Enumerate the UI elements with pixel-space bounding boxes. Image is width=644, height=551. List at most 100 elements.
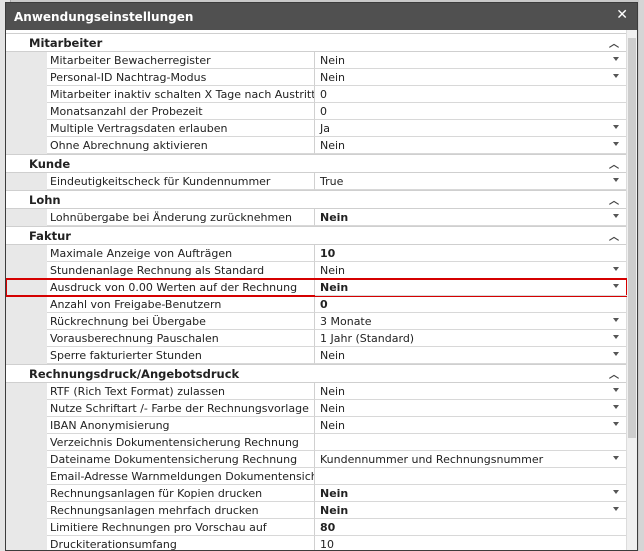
category-rechnungsdruck[interactable]: Rechnungsdruck/Angebotsdruck ︿ — [6, 364, 627, 383]
setting-value-dropdown[interactable]: Nein — [315, 485, 627, 502]
setting-value-dropdown[interactable]: Nein — [315, 502, 627, 519]
close-icon[interactable]: ✕ — [616, 7, 628, 23]
setting-value-dropdown[interactable]: True — [315, 173, 627, 190]
chevron-down-icon[interactable] — [613, 388, 619, 392]
setting-value-dropdown[interactable]: Nein — [315, 400, 627, 417]
setting-value-dropdown[interactable]: Kundennummer und Rechnungsnummer — [315, 451, 627, 468]
setting-value-input[interactable]: 0 — [315, 296, 627, 313]
setting-row[interactable]: Druckiterationsumfang 10 — [6, 536, 627, 550]
setting-value: True — [320, 174, 344, 188]
setting-value-dropdown[interactable]: Nein — [315, 262, 627, 279]
category-title: Kunde — [29, 156, 71, 171]
chevron-down-icon[interactable] — [613, 507, 619, 511]
category-title: Rechnungsdruck/Angebotsdruck — [29, 366, 240, 381]
setting-row[interactable]: Limitiere Rechnungen pro Vorschau auf 80 — [6, 519, 627, 536]
setting-value: Nein — [320, 384, 346, 398]
title-bar: Anwendungseinstellungen ✕ — [6, 3, 637, 30]
chevron-down-icon[interactable] — [613, 214, 619, 218]
category-title: Faktur — [29, 228, 71, 243]
setting-value: 0 — [320, 104, 327, 118]
setting-label: Multiple Vertragsdaten erlauben — [47, 120, 315, 137]
setting-row-highlighted[interactable]: Ausdruck von 0.00 Werten auf der Rechnun… — [6, 278, 627, 297]
setting-row[interactable]: Personal-ID Nachtrag-Modus Nein — [6, 69, 627, 86]
setting-row[interactable]: Mitarbeiter inaktiv schalten X Tage nach… — [6, 86, 627, 103]
setting-row[interactable]: IBAN Anonymisierung Nein — [6, 417, 627, 434]
chevron-down-icon[interactable] — [613, 318, 619, 322]
setting-row[interactable]: Verzeichnis Dokumentensicherung Rechnung — [6, 434, 627, 451]
chevron-down-icon[interactable] — [613, 405, 619, 409]
chevron-down-icon[interactable] — [613, 125, 619, 129]
setting-value-input[interactable] — [315, 434, 627, 451]
chevron-down-icon[interactable] — [613, 74, 619, 78]
setting-value-dropdown[interactable]: 3 Monate — [315, 313, 627, 330]
setting-label: Maximale Anzeige von Aufträgen — [47, 245, 315, 262]
setting-row[interactable]: Stundenanlage Rechnung als Standard Nein — [6, 262, 627, 279]
setting-value: 0 — [320, 87, 327, 101]
chevron-up-icon[interactable]: ︿ — [609, 366, 619, 381]
vertical-scrollbar[interactable] — [626, 30, 637, 550]
chevron-down-icon[interactable] — [613, 352, 619, 356]
chevron-down-icon[interactable] — [613, 267, 619, 271]
setting-value-input[interactable]: 0 — [315, 86, 627, 103]
setting-row[interactable]: Maximale Anzeige von Aufträgen 10 — [6, 245, 627, 262]
setting-value-dropdown[interactable]: Ja — [315, 120, 627, 137]
setting-row[interactable]: Email-Adresse Warnmeldungen Dokumentensi… — [6, 468, 627, 485]
chevron-down-icon[interactable] — [613, 422, 619, 426]
chevron-up-icon[interactable]: ︿ — [609, 192, 619, 207]
setting-row[interactable]: Multiple Vertragsdaten erlauben Ja — [6, 120, 627, 137]
category-lohn[interactable]: Lohn ︿ — [6, 190, 627, 209]
setting-value-input[interactable] — [315, 468, 627, 485]
setting-row[interactable]: Monatsanzahl der Probezeit 0 — [6, 103, 627, 120]
setting-value-dropdown[interactable]: Nein — [315, 417, 627, 434]
chevron-down-icon[interactable] — [613, 178, 619, 182]
chevron-down-icon[interactable] — [613, 57, 619, 61]
setting-label: Email-Adresse Warnmeldungen Dokumentensi… — [47, 468, 315, 485]
chevron-down-icon[interactable] — [613, 456, 619, 460]
setting-label: Personal-ID Nachtrag-Modus — [47, 69, 315, 86]
category-title: Lohn — [29, 192, 61, 207]
setting-label: Ohne Abrechnung aktivieren — [47, 137, 315, 154]
setting-value-dropdown[interactable]: Nein — [315, 137, 627, 154]
setting-value-input[interactable]: 10 — [315, 245, 627, 262]
chevron-up-icon[interactable]: ︿ — [609, 228, 619, 243]
setting-row[interactable]: Sperre fakturierter Stunden Nein — [6, 347, 627, 364]
background-window-edge-right — [639, 0, 644, 551]
setting-value-dropdown[interactable]: 1 Jahr (Standard) — [315, 330, 627, 347]
category-mitarbeiter[interactable]: Mitarbeiter ︿ — [6, 33, 627, 52]
category-faktur[interactable]: Faktur ︿ — [6, 226, 627, 245]
setting-value-dropdown[interactable]: Nein — [315, 52, 627, 69]
setting-label: Mitarbeiter Bewacherregister — [47, 52, 315, 69]
setting-row[interactable]: Eindeutigkeitscheck für Kundennummer True — [6, 173, 627, 190]
setting-label: IBAN Anonymisierung — [47, 417, 315, 434]
setting-row[interactable]: Anzahl von Freigabe-Benutzern 0 — [6, 296, 627, 313]
category-kunde[interactable]: Kunde ︿ — [6, 154, 627, 173]
setting-row[interactable]: RTF (Rich Text Format) zulassen Nein — [6, 383, 627, 400]
setting-value-dropdown[interactable]: Nein — [315, 347, 627, 364]
setting-label: Monatsanzahl der Probezeit — [47, 103, 315, 120]
setting-row[interactable]: Rückrechnung bei Übergabe 3 Monate — [6, 313, 627, 330]
chevron-down-icon[interactable] — [613, 490, 619, 494]
setting-row[interactable]: Rechnungsanlagen für Kopien drucken Nein — [6, 485, 627, 502]
chevron-up-icon[interactable]: ︿ — [609, 35, 619, 50]
setting-value-input[interactable]: 10 — [315, 536, 627, 551]
chevron-down-icon[interactable] — [613, 142, 619, 146]
scrollbar-thumb[interactable] — [628, 38, 636, 438]
setting-value-dropdown[interactable]: Nein — [315, 279, 627, 296]
setting-value-input[interactable]: 80 — [315, 519, 627, 536]
setting-row[interactable]: Lohnübergabe bei Änderung zurücknehmen Ne… — [6, 209, 627, 226]
setting-row[interactable]: Mitarbeiter Bewacherregister Nein — [6, 52, 627, 69]
setting-row[interactable]: Ohne Abrechnung aktivieren Nein — [6, 137, 627, 154]
setting-label: Mitarbeiter inaktiv schalten X Tage nach… — [47, 86, 315, 103]
setting-value-dropdown[interactable]: Nein — [315, 383, 627, 400]
setting-row[interactable]: Dateiname Dokumentensicherung Rechnung Ku… — [6, 451, 627, 468]
setting-value-dropdown[interactable]: Nein — [315, 209, 627, 226]
chevron-up-icon[interactable]: ︿ — [609, 156, 619, 171]
setting-row[interactable]: Rechnungsanlagen mehrfach drucken Nein — [6, 502, 627, 519]
setting-label: Ausdruck von 0.00 Werten auf der Rechnun… — [47, 279, 315, 296]
chevron-down-icon[interactable] — [613, 335, 619, 339]
setting-row[interactable]: Nutze Schriftart /- Farbe der Rechnungsv… — [6, 400, 627, 417]
setting-value-dropdown[interactable]: Nein — [315, 69, 627, 86]
chevron-down-icon[interactable] — [613, 284, 619, 288]
setting-row[interactable]: Vorausberechnung Pauschalen 1 Jahr (Stand… — [6, 330, 627, 347]
setting-value-input[interactable]: 0 — [315, 103, 627, 120]
